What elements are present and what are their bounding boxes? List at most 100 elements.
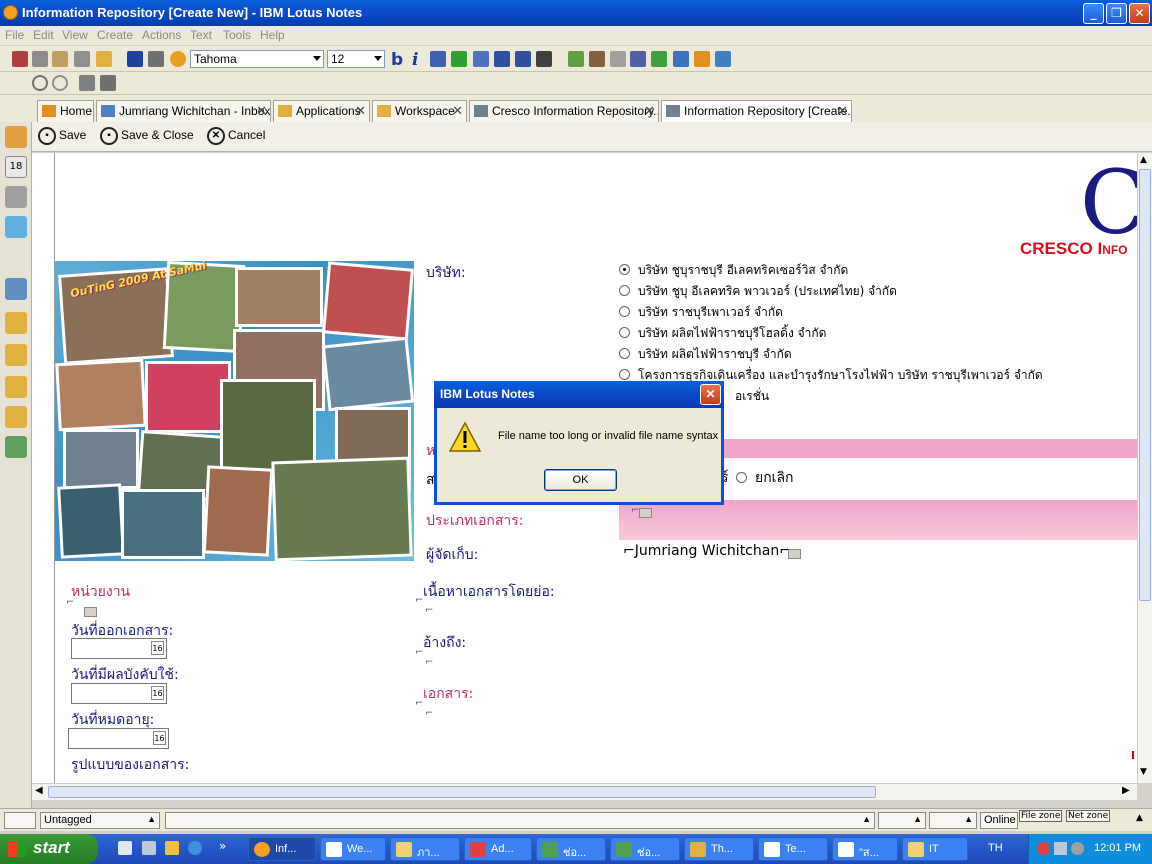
quicklaunch-more-icon[interactable]: » <box>219 839 226 853</box>
company-option-3[interactable]: บริษัท ราชบุรีเพาเวอร์ จำกัด <box>619 303 783 322</box>
font-name-select[interactable]: Tahoma <box>190 50 324 68</box>
dialog-close-button[interactable]: ✕ <box>700 384 721 405</box>
user-icon[interactable] <box>79 75 95 91</box>
quicklaunch-icon[interactable] <box>142 841 156 855</box>
number-list-icon[interactable] <box>515 51 531 67</box>
cut-icon[interactable] <box>12 51 28 67</box>
company-option-2[interactable]: บริษัท ชูบุ อีเลคทริค พาวเวอร์ (ประเทศไท… <box>619 282 897 301</box>
tray-icon-antivirus[interactable] <box>1037 842 1050 855</box>
lotus-quicklaunch-icon[interactable] <box>165 841 179 855</box>
close-tab-icon[interactable]: ✕ <box>355 103 366 119</box>
table-icon[interactable] <box>610 51 626 67</box>
stop-icon[interactable] <box>170 51 186 67</box>
taskbar-item-word-3[interactable]: "ส... <box>832 837 898 861</box>
minimize-button[interactable]: _ <box>1083 3 1104 24</box>
taskbar-item-excel-1[interactable]: ช่อ... <box>536 837 606 861</box>
close-tab-icon[interactable]: ✕ <box>644 103 655 119</box>
contacts-icon[interactable] <box>5 186 27 208</box>
close-tab-icon[interactable]: ✕ <box>837 103 848 119</box>
save-close-button[interactable]: ▪ Save & Close <box>100 127 194 145</box>
taskbar-item-acrobat[interactable]: Ad... <box>464 837 532 861</box>
company-option-5[interactable]: บริษัท ผลิตไฟฟ้าราชบุรี จำกัด <box>619 345 792 364</box>
menu-view[interactable]: View <box>62 28 88 42</box>
link-icon[interactable] <box>651 51 667 67</box>
vertical-scrollbar[interactable]: ▲ ▼ <box>1137 153 1152 783</box>
menu-edit[interactable]: Edit <box>33 28 54 42</box>
tab-home[interactable]: Home <box>37 100 94 122</box>
find-icon[interactable] <box>52 75 68 91</box>
unit-dropdown[interactable] <box>84 607 97 617</box>
taskbar-item-word-2[interactable]: Te... <box>758 837 828 861</box>
category-select[interactable]: Untagged ▲ <box>40 812 160 829</box>
horizontal-scroll-thumb[interactable] <box>48 786 876 798</box>
menu-text[interactable]: Text <box>190 28 212 42</box>
doc-type-dropdown[interactable] <box>639 508 652 518</box>
save-button[interactable]: ▪ Save <box>38 127 86 145</box>
menu-actions[interactable]: Actions <box>142 28 181 42</box>
taskbar-item-app[interactable]: Th... <box>684 837 754 861</box>
bookmark-icon[interactable] <box>5 312 27 334</box>
tray-icon-volume[interactable] <box>1071 842 1084 855</box>
search-icon[interactable] <box>32 75 48 91</box>
radio-icon[interactable] <box>619 369 630 380</box>
tab-information-repository[interactable]: Information Repository [Create... ✕ <box>661 100 852 123</box>
taskbar-item-notes[interactable]: Inf... <box>248 837 316 861</box>
copy-icon[interactable] <box>32 51 48 67</box>
radio-icon[interactable] <box>619 285 630 296</box>
language-indicator[interactable]: TH <box>988 842 1003 854</box>
replicate-icon[interactable] <box>100 75 116 91</box>
menu-file[interactable]: File <box>5 28 24 42</box>
sticky-note-icon[interactable] <box>694 51 710 67</box>
outdent-icon[interactable] <box>473 51 489 67</box>
ok-button[interactable]: OK <box>544 469 617 491</box>
company-option-4[interactable]: บริษัท ผลิตไฟฟ้าราชบุรีโฮลดิ้ง จำกัด <box>619 324 826 343</box>
printer-icon[interactable] <box>148 51 164 67</box>
taskbar-item-folder[interactable]: ภา... <box>390 837 460 861</box>
attach-icon[interactable] <box>630 51 646 67</box>
radio-icon[interactable] <box>619 327 630 338</box>
bullet-list-icon[interactable] <box>494 51 510 67</box>
taskbar-item-word-1[interactable]: We... <box>320 837 386 861</box>
open-folder-icon[interactable] <box>96 51 112 67</box>
calendar-icon[interactable]: 16 <box>151 686 164 700</box>
expiry-date-field[interactable]: 16 <box>68 728 169 749</box>
bold-button[interactable]: b <box>391 50 403 70</box>
text-properties-icon[interactable] <box>589 51 605 67</box>
close-button[interactable]: ✕ <box>1129 3 1150 24</box>
scroll-left-icon[interactable]: ◀ <box>35 785 43 796</box>
radio-icon[interactable] <box>619 306 630 317</box>
company-option-7[interactable]: อเรชั่น <box>735 387 769 406</box>
menu-help[interactable]: Help <box>260 28 285 42</box>
calendar-icon[interactable]: 18 <box>5 156 27 178</box>
spell-check-icon[interactable] <box>673 51 689 67</box>
issue-date-field[interactable]: 16 <box>71 638 167 659</box>
signature-indicator[interactable]: ▲ <box>878 812 926 829</box>
scroll-up-icon[interactable]: ▲ <box>1140 155 1147 165</box>
save-icon[interactable] <box>127 51 143 67</box>
taskbar-item-excel-2[interactable]: ช่อ... <box>610 837 680 861</box>
calendar-icon[interactable]: 16 <box>151 641 164 655</box>
close-tab-icon[interactable]: ✕ <box>256 103 267 119</box>
todo-icon[interactable] <box>5 436 27 458</box>
show-desktop-icon[interactable] <box>118 841 132 855</box>
start-button[interactable]: start <box>0 834 98 864</box>
lock-indicator[interactable]: ▲ <box>929 812 977 829</box>
close-tab-icon[interactable]: ✕ <box>452 103 463 119</box>
paste-icon[interactable] <box>52 51 68 67</box>
workspace-icon[interactable] <box>5 278 27 300</box>
indent-icon[interactable] <box>451 51 467 67</box>
calendar-icon[interactable]: 16 <box>153 731 166 745</box>
radio-icon[interactable] <box>619 348 630 359</box>
mail-icon[interactable] <box>5 126 27 148</box>
vertical-scroll-thumb[interactable] <box>1139 169 1151 601</box>
replication-icon[interactable] <box>5 216 27 238</box>
radio-selected-icon[interactable] <box>619 264 630 275</box>
location-select[interactable]: Online <box>980 812 1018 829</box>
scroll-right-icon[interactable]: ▶ <box>1122 785 1130 796</box>
tab-workspace[interactable]: Workspace ✕ <box>372 100 467 122</box>
cancel-button[interactable]: ✕ Cancel <box>207 127 265 145</box>
print-preview-icon[interactable] <box>74 51 90 67</box>
italic-button[interactable]: i <box>412 50 418 70</box>
scroll-down-icon[interactable]: ▼ <box>1140 767 1147 777</box>
spacing-icon[interactable] <box>568 51 584 67</box>
